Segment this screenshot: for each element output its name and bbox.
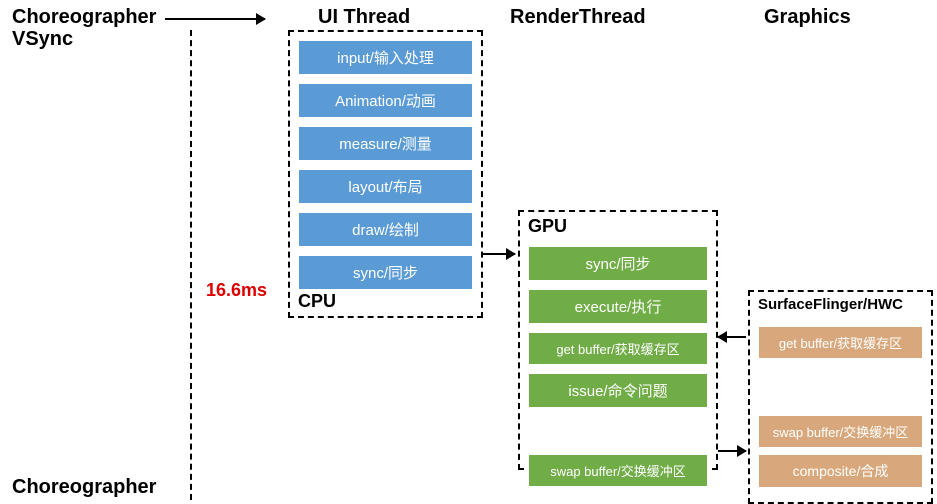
footer-choreographer: Choreographer xyxy=(12,476,156,499)
arrow-hwc-getbuffer-to-gpu xyxy=(718,336,746,338)
hwc-stage-getbuffer: get buffer/获取缓存区 xyxy=(758,326,923,359)
header-choreographer: Choreographer xyxy=(12,6,156,29)
header-render-thread: RenderThread xyxy=(510,6,646,29)
cpu-stage-animation: Animation/动画 xyxy=(298,83,473,118)
cpu-group: input/输入处理 Animation/动画 measure/测量 layou… xyxy=(288,30,483,318)
hwc-stage-composite: composite/合成 xyxy=(758,454,923,488)
cpu-stage-sync: sync/同步 xyxy=(298,255,473,290)
cpu-stage-input: input/输入处理 xyxy=(298,40,473,75)
header-ui-thread: UI Thread xyxy=(318,6,410,29)
cpu-stage-measure: measure/测量 xyxy=(298,126,473,161)
cpu-title: CPU xyxy=(298,291,336,312)
hwc-group: SurfaceFlinger/HWC get buffer/获取缓存区 swap… xyxy=(748,290,933,504)
gpu-stage-getbuffer: get buffer/获取缓存区 xyxy=(528,332,708,365)
arrow-choreographer-to-ui xyxy=(165,18,265,20)
hwc-stage-swapbuffer: swap buffer/交换缓冲区 xyxy=(758,415,923,448)
vsync-timeline xyxy=(190,30,192,500)
gpu-group: GPU sync/同步 execute/执行 get buffer/获取缓存区 … xyxy=(518,210,718,470)
gpu-stage-execute: execute/执行 xyxy=(528,289,708,324)
header-vsync: VSync xyxy=(12,28,73,51)
hwc-title: SurfaceFlinger/HWC xyxy=(758,296,903,313)
arrow-cpu-to-gpu xyxy=(483,253,515,255)
gpu-title: GPU xyxy=(528,216,567,237)
frame-interval-label: 16.6ms xyxy=(206,280,267,301)
arrow-gpu-swap-to-hwc xyxy=(718,450,746,452)
header-graphics: Graphics xyxy=(764,6,851,29)
gpu-stage-swapbuffer: swap buffer/交换缓冲区 xyxy=(528,454,708,487)
cpu-stage-layout: layout/布局 xyxy=(298,169,473,204)
gpu-stage-sync: sync/同步 xyxy=(528,246,708,281)
gpu-stage-issue: issue/命令问题 xyxy=(528,373,708,408)
cpu-stage-draw: draw/绘制 xyxy=(298,212,473,247)
